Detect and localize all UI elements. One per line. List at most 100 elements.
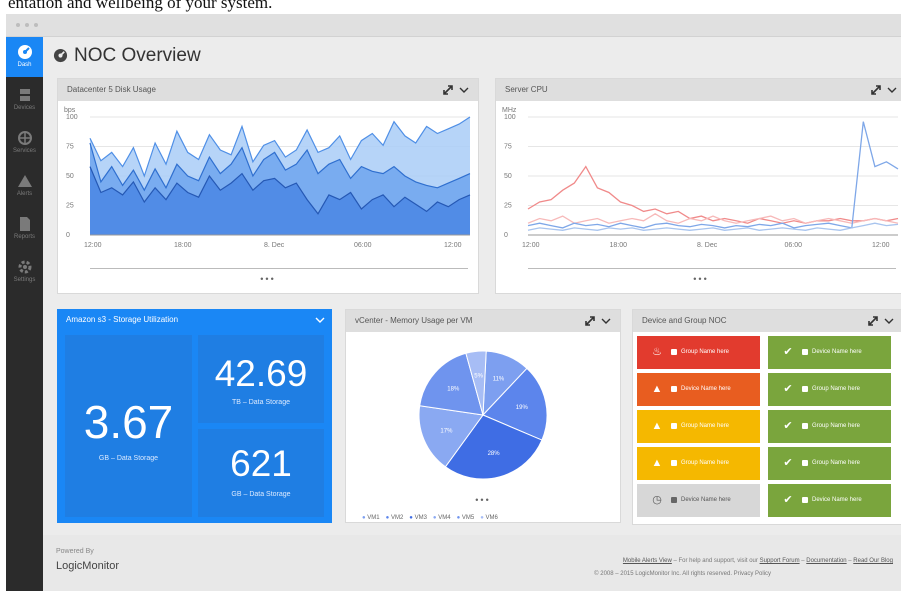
widget-header: Device and Group NOC bbox=[633, 310, 901, 332]
disk-usage-widget: Datacenter 5 Disk Usage bps 0 25 50 75 100 12… bbox=[57, 78, 479, 294]
read-blog-link[interactable]: Read Our Blog bbox=[853, 558, 893, 564]
legend-item-vm3[interactable]: ● VM3 bbox=[409, 515, 427, 521]
x-tick-label: 12:00 bbox=[444, 242, 462, 249]
more-options-dots[interactable]: ••• bbox=[58, 274, 478, 284]
widget-title: vCenter - Memory Usage per VM bbox=[355, 316, 473, 325]
footer: Powered By LogicMonitor Mobile Alerts Vi… bbox=[43, 535, 901, 591]
storage-label: GB – Data Storage bbox=[98, 455, 159, 462]
legend-item-vm6[interactable]: ● VM6 bbox=[480, 515, 498, 521]
pie-slice-label: 17% bbox=[440, 428, 453, 434]
y-unit-label: bps bbox=[64, 107, 76, 114]
chevron-down-icon[interactable] bbox=[883, 315, 895, 327]
sidebar-item-reports[interactable]: Reports bbox=[6, 209, 43, 249]
widget-header: vCenter - Memory Usage per VM bbox=[346, 310, 620, 332]
chevron-down-icon[interactable] bbox=[314, 314, 326, 326]
x-tick-label: 18:00 bbox=[610, 242, 628, 249]
chart-divider bbox=[528, 268, 896, 269]
gear-icon bbox=[18, 260, 31, 274]
pie-slice-label: 5% bbox=[474, 374, 483, 380]
expand-icon[interactable] bbox=[584, 315, 596, 327]
sidebar-item-label: Alerts bbox=[16, 191, 33, 197]
window-dot[interactable] bbox=[25, 23, 29, 27]
chevron-down-icon[interactable] bbox=[458, 84, 470, 96]
memory-usage-widget: vCenter - Memory Usage per VM 11% 19% 28% 1… bbox=[345, 309, 621, 523]
widget-header: Datacenter 5 Disk Usage bbox=[58, 79, 478, 101]
entity-icon bbox=[671, 386, 677, 392]
noc-cell[interactable]: ▲ Group Name here bbox=[637, 410, 760, 443]
sidebar: Dash Devices Services Alerts Reports Set… bbox=[6, 37, 43, 591]
device-group-noc-widget: Device and Group NOC ♨ Group Name here ✔ De… bbox=[632, 309, 901, 525]
sidebar-item-dash[interactable]: Dash bbox=[6, 37, 43, 77]
legend-item-vm4[interactable]: ● VM4 bbox=[433, 515, 451, 521]
storage-label: TB – Data Storage bbox=[232, 399, 290, 406]
x-tick-label: 8. Dec bbox=[697, 242, 718, 249]
chevron-down-icon[interactable] bbox=[886, 84, 898, 96]
sidebar-item-label: Dash bbox=[17, 62, 32, 68]
noc-cell-label: Group Name here bbox=[681, 349, 730, 355]
legend-item-vm5[interactable]: ● VM5 bbox=[457, 515, 475, 521]
noc-cell[interactable]: ✔ Device Name here bbox=[768, 484, 891, 517]
noc-cell[interactable]: ▲ Device Name here bbox=[637, 373, 760, 406]
noc-cell[interactable]: ✔ Group Name here bbox=[768, 447, 891, 480]
more-options-dots[interactable]: ••• bbox=[496, 274, 901, 284]
expand-icon[interactable] bbox=[442, 84, 454, 96]
series-line-4 bbox=[527, 222, 899, 231]
entity-icon bbox=[671, 497, 677, 503]
entity-icon bbox=[671, 349, 677, 355]
document-icon bbox=[19, 217, 30, 231]
sidebar-item-services[interactable]: Services bbox=[6, 123, 43, 163]
x-tick-label: 18:00 bbox=[174, 242, 192, 249]
x-tick-label: 8. Dec bbox=[264, 242, 285, 249]
sidebar-item-devices[interactable]: Devices bbox=[6, 80, 43, 120]
x-tick-label: 12:00 bbox=[84, 242, 102, 249]
sidebar-item-alerts[interactable]: Alerts bbox=[6, 166, 43, 206]
warning-icon: ▲ bbox=[651, 457, 663, 469]
chart-divider bbox=[90, 268, 468, 269]
noc-cell[interactable]: ✔ Group Name here bbox=[768, 410, 891, 443]
support-forum-link[interactable]: Support Forum bbox=[760, 558, 800, 564]
sidebar-item-label: Devices bbox=[13, 105, 36, 111]
legend-label: VM5 bbox=[461, 515, 475, 521]
y-tick-label: 25 bbox=[66, 203, 74, 210]
noc-cell[interactable]: ◷ Device Name here bbox=[637, 484, 760, 517]
documentation-link[interactable]: Documentation bbox=[806, 558, 846, 564]
entity-icon bbox=[802, 349, 808, 355]
storage-value: 42.69 bbox=[214, 353, 308, 394]
widget-header: Server CPU bbox=[496, 79, 901, 101]
check-icon: ✔ bbox=[783, 346, 793, 358]
copyright: © 2008 – 2015 LogicMonitor Inc. All righ… bbox=[594, 571, 771, 577]
sidebar-item-settings[interactable]: Settings bbox=[6, 252, 43, 292]
window-dot[interactable] bbox=[34, 23, 38, 27]
legend-item-vm1[interactable]: ● VM1 bbox=[362, 515, 380, 521]
server-cpu-widget: Server CPU MHz 0 25 50 75 100 12:00 18:00 8. De… bbox=[495, 78, 901, 294]
powered-by-label: Powered By bbox=[56, 548, 94, 555]
legend-label: VM3 bbox=[414, 515, 427, 521]
check-icon: ✔ bbox=[783, 494, 793, 506]
storage-tile-tb: 42.69 TB – Data Storage bbox=[198, 335, 324, 423]
check-icon: ✔ bbox=[783, 457, 793, 469]
expand-icon[interactable] bbox=[870, 84, 882, 96]
expand-icon[interactable] bbox=[867, 315, 879, 327]
noc-cell[interactable]: ✔ Device Name here bbox=[768, 336, 891, 369]
y-unit-label: MHz bbox=[502, 107, 517, 114]
noc-cell[interactable]: ✔ Group Name here bbox=[768, 373, 891, 406]
window-dot[interactable] bbox=[16, 23, 20, 27]
widget-title: Device and Group NOC bbox=[642, 316, 727, 325]
storage-value: 621 bbox=[230, 443, 292, 484]
x-tick-label: 06:00 bbox=[354, 242, 372, 249]
noc-cell[interactable]: ♨ Group Name here bbox=[637, 336, 760, 369]
memory-pie-chart: 11% 19% 28% 17% 18% 5% bbox=[418, 350, 548, 480]
main-content: NOC Overview Datacenter 5 Disk Usage bps… bbox=[43, 37, 901, 591]
noc-cell-label: Device Name here bbox=[812, 497, 862, 503]
chevron-down-icon[interactable] bbox=[600, 315, 612, 327]
widget-title: Amazon s3 - Storage Utilization bbox=[66, 315, 179, 324]
noc-cell-label: Group Name here bbox=[812, 460, 861, 466]
help-text: – For help and support, visit our bbox=[671, 558, 760, 564]
pie-slice-label: 11% bbox=[493, 377, 505, 383]
mobile-alerts-link[interactable]: Mobile Alerts View bbox=[623, 558, 672, 564]
legend-label: VM2 bbox=[390, 515, 404, 521]
noc-cell[interactable]: ▲ Group Name here bbox=[637, 447, 760, 480]
more-options-dots[interactable]: ••• bbox=[346, 495, 620, 505]
entity-icon bbox=[802, 386, 808, 392]
legend-item-vm2[interactable]: ● VM2 bbox=[386, 515, 404, 521]
